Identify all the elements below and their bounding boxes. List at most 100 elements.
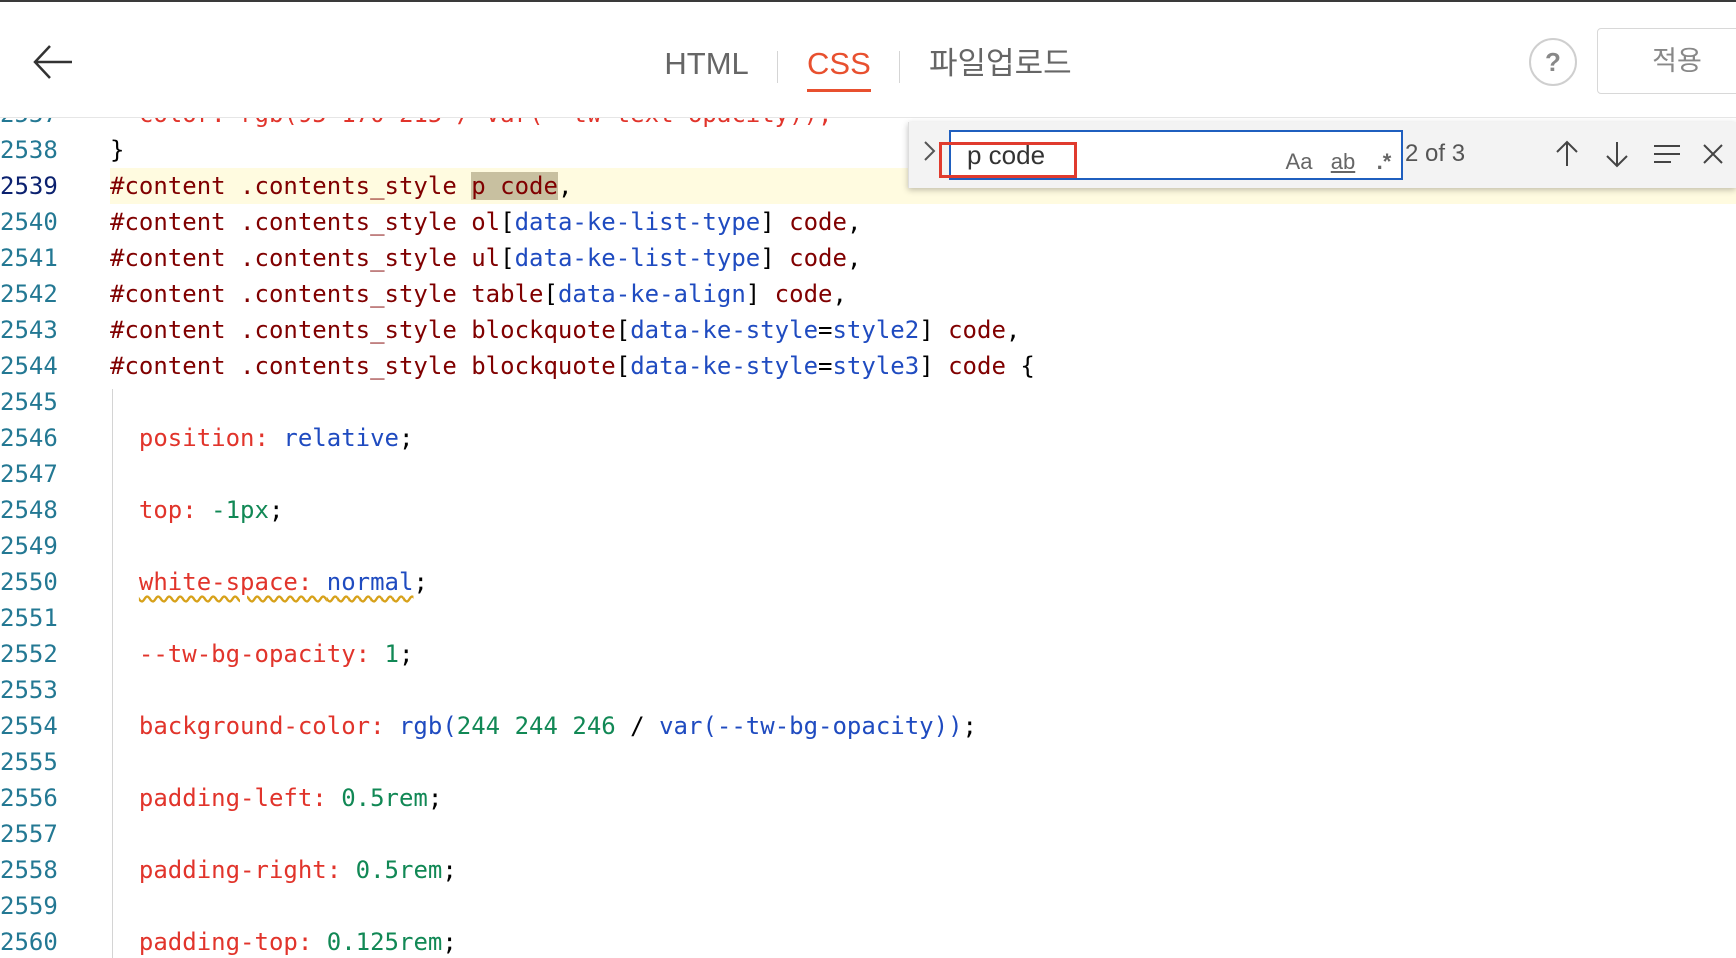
code-line[interactable]: background-color: rgb(244 244 246 / var(… bbox=[0, 708, 1736, 744]
code-token: 0.5rem bbox=[355, 856, 443, 884]
tab-css[interactable]: CSS bbox=[807, 42, 871, 92]
code-token: data-ke-align bbox=[557, 280, 746, 308]
code-token: ; bbox=[268, 496, 284, 524]
code-line[interactable]: #content .contents_style ol[data-ke-list… bbox=[0, 204, 1736, 240]
code-editor[interactable]: 2537 color: rgb(95 170 215 / var(--tw-te… bbox=[0, 118, 1736, 958]
whole-word-button[interactable]: ab bbox=[1323, 144, 1363, 180]
tab-file-upload[interactable]: 파일업로드 bbox=[929, 42, 1072, 92]
next-match-button[interactable] bbox=[1599, 136, 1635, 172]
code-token: padding-top: bbox=[110, 928, 327, 956]
whole-word-icon: ab bbox=[1330, 149, 1356, 174]
code-token: style2 bbox=[832, 316, 920, 344]
code-token: style3 bbox=[832, 352, 920, 380]
find-input-box: Aa ab .* bbox=[949, 130, 1403, 180]
code-token: ] bbox=[919, 316, 934, 344]
tab-divider bbox=[777, 51, 779, 83]
code-line[interactable]: #content .contents_style ul[data-ke-list… bbox=[0, 240, 1736, 276]
code-line[interactable] bbox=[0, 672, 1736, 708]
code-token: code bbox=[774, 208, 847, 236]
find-in-selection-icon bbox=[1654, 145, 1680, 163]
code-token: [ bbox=[500, 244, 515, 272]
code-token: / bbox=[615, 712, 660, 740]
code-token: code bbox=[933, 316, 1006, 344]
match-count: 2 of 3 bbox=[1405, 140, 1466, 167]
code-token: #content .contents_style blockquote bbox=[110, 352, 616, 380]
code-token: ; bbox=[962, 712, 977, 740]
code-token: #content .contents_style ul bbox=[110, 244, 501, 272]
code-token: = bbox=[818, 352, 833, 380]
find-in-selection-button[interactable] bbox=[1649, 136, 1685, 172]
regex-button[interactable]: .* bbox=[1369, 144, 1399, 180]
find-widget: Aa ab .* 2 of 3 bbox=[908, 122, 1736, 188]
code-token: data-ke-list-type bbox=[514, 208, 761, 236]
code-line[interactable] bbox=[0, 456, 1736, 492]
code-token: data-ke-style bbox=[630, 352, 819, 380]
toggle-replace-button[interactable] bbox=[917, 136, 943, 172]
code-line[interactable] bbox=[0, 888, 1736, 924]
code-token: #content .contents_style table bbox=[110, 280, 544, 308]
code-line[interactable]: padding-left: 0.5rem; bbox=[0, 780, 1736, 816]
code-token: , bbox=[832, 280, 847, 308]
code-line[interactable]: white-space: normal; bbox=[0, 564, 1736, 600]
arrow-up-icon bbox=[1556, 140, 1578, 166]
code-line[interactable]: --tw-bg-opacity: 1; bbox=[0, 636, 1736, 672]
tab-html[interactable]: HTML bbox=[664, 42, 748, 92]
match-case-button[interactable]: Aa bbox=[1281, 144, 1317, 180]
previous-match-button[interactable] bbox=[1549, 136, 1585, 172]
search-match: p code bbox=[471, 172, 558, 200]
code-token: code bbox=[933, 352, 1006, 380]
code-line[interactable] bbox=[0, 600, 1736, 636]
code-token: , bbox=[557, 172, 573, 200]
code-token: position: bbox=[110, 424, 284, 452]
code-token: var(--tw-bg-opacity)) bbox=[659, 712, 963, 740]
code-token: padding-right: bbox=[110, 856, 356, 884]
close-icon bbox=[1703, 144, 1723, 164]
code-line[interactable] bbox=[0, 744, 1736, 780]
code-token: ; bbox=[398, 424, 414, 452]
code-line[interactable] bbox=[0, 528, 1736, 564]
code-token: #content .contents_style bbox=[110, 172, 472, 200]
code-token: data-ke-list-type bbox=[514, 244, 761, 272]
code-token: , bbox=[846, 208, 862, 236]
code-token: padding-left: bbox=[110, 784, 342, 812]
code-token: background-color: bbox=[110, 712, 399, 740]
code-token: #content .contents_style blockquote bbox=[110, 316, 616, 344]
code-token: , bbox=[1005, 316, 1021, 344]
code-line[interactable]: position: relative; bbox=[0, 420, 1736, 456]
code-token: color: rgb(95 170 215 / var(--tw-text-op… bbox=[110, 118, 833, 128]
code-token: code bbox=[774, 244, 847, 272]
code-token: data-ke-style bbox=[630, 316, 819, 344]
code-line[interactable] bbox=[0, 816, 1736, 852]
code-token: ; bbox=[442, 856, 457, 884]
code-line[interactable]: #content .contents_style blockquote[data… bbox=[0, 348, 1736, 384]
code-token: 0.5rem bbox=[341, 784, 428, 812]
code-token: -1px bbox=[211, 496, 269, 524]
code-token: } bbox=[110, 136, 125, 164]
code-token: #content .contents_style ol bbox=[110, 208, 501, 236]
code-token: ] bbox=[760, 244, 775, 272]
code-line[interactable]: padding-top: 0.125rem; bbox=[0, 924, 1736, 958]
code-token: { bbox=[1005, 352, 1035, 380]
code-token: ; bbox=[413, 568, 428, 596]
code-token: ; bbox=[442, 928, 457, 956]
code-token: , bbox=[846, 244, 862, 272]
code-token: white-space: bbox=[138, 568, 327, 596]
help-button[interactable]: ? bbox=[1529, 38, 1577, 86]
close-find-button[interactable] bbox=[1695, 136, 1731, 172]
code-line[interactable] bbox=[0, 384, 1736, 420]
code-line[interactable]: top: -1px; bbox=[0, 492, 1736, 528]
regex-icon: .* bbox=[1376, 149, 1392, 174]
code-line[interactable]: padding-right: 0.5rem; bbox=[0, 852, 1736, 888]
code-token: = bbox=[818, 316, 833, 344]
code-line[interactable]: #content .contents_style blockquote[data… bbox=[0, 312, 1736, 348]
code-token: [ bbox=[615, 352, 631, 380]
code-token: [ bbox=[500, 208, 515, 236]
code-token: rgb( bbox=[398, 712, 457, 740]
apply-button[interactable]: 적용 bbox=[1597, 28, 1736, 94]
code-token: [ bbox=[543, 280, 558, 308]
code-line[interactable]: #content .contents_style table[data-ke-a… bbox=[0, 276, 1736, 312]
find-input[interactable] bbox=[967, 137, 1227, 173]
code-token: --tw-bg-opacity: bbox=[110, 640, 385, 668]
tab-bar: HTML CSS 파일업로드 bbox=[0, 42, 1736, 92]
